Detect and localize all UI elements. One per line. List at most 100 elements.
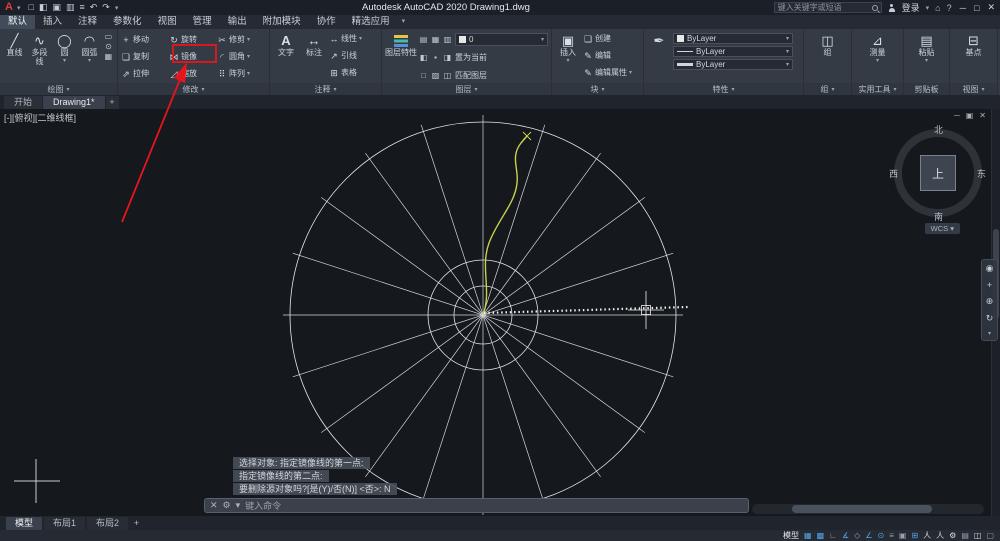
stretch-button[interactable]: ⇗ 拉伸 bbox=[121, 65, 169, 82]
file-tab-start[interactable]: 开始 bbox=[4, 96, 43, 109]
polar-tracking-icon[interactable]: ∡ bbox=[842, 531, 849, 540]
viewport-close-icon[interactable]: ✕ bbox=[979, 111, 986, 120]
panel-view-dropdown-icon[interactable]: ▾ bbox=[981, 86, 984, 93]
copy-button[interactable]: ❏ 复制 bbox=[121, 48, 169, 65]
viewcube-east-label[interactable]: 东 bbox=[977, 167, 986, 180]
rectangle-icon[interactable]: ▭ bbox=[103, 33, 114, 41]
navigation-wheel-icon[interactable]: ◉ bbox=[986, 263, 994, 274]
ortho-icon[interactable]: ∟ bbox=[829, 531, 837, 540]
trim-button[interactable]: ✂ 修剪 ▾ bbox=[217, 31, 265, 48]
layout-tab-layout2[interactable]: 布局2 bbox=[87, 516, 129, 530]
ribbon-tab-addins[interactable]: 附加模块 bbox=[255, 15, 309, 29]
panel-caption-utilities[interactable]: 实用工具 ▾ bbox=[852, 83, 903, 95]
workspace-icon[interactable]: ⚙ bbox=[949, 531, 956, 540]
set-current-layer-button[interactable]: 置为当前 bbox=[455, 50, 487, 66]
ribbon-tab-manage[interactable]: 管理 bbox=[185, 15, 220, 29]
viewport-restore-icon[interactable]: ▣ bbox=[966, 111, 974, 120]
panel-groups-dropdown-icon[interactable]: ▾ bbox=[831, 86, 834, 93]
measure-button[interactable]: ⊿ 测量 ▾ bbox=[870, 31, 886, 66]
layout-tab-layout1[interactable]: 布局1 bbox=[44, 516, 86, 530]
edit-attributes-button[interactable]: ✎ 编辑属性 ▾ bbox=[583, 65, 640, 81]
clean-screen-icon[interactable]: ▢ bbox=[986, 531, 994, 540]
object-color-dropdown-icon[interactable]: ▾ bbox=[786, 35, 789, 42]
group-button[interactable]: ◫ 组 bbox=[821, 31, 833, 57]
arc-dropdown-icon[interactable]: ▾ bbox=[88, 57, 91, 66]
panel-caption-groups[interactable]: 组 ▾ bbox=[804, 83, 851, 95]
search-input[interactable] bbox=[777, 3, 869, 12]
panel-annotation-dropdown-icon[interactable]: ▾ bbox=[333, 86, 336, 93]
linetype-combo[interactable]: ByLayer ▾ bbox=[673, 46, 793, 57]
layer-unisolate-icon[interactable]: ◨ bbox=[443, 53, 452, 62]
hatch-icon[interactable]: ▦ bbox=[103, 53, 114, 61]
layout-tab-model[interactable]: 模型 bbox=[6, 516, 43, 530]
search-icon[interactable] bbox=[871, 4, 878, 11]
app-menu-dropdown-icon[interactable]: ▾ bbox=[17, 4, 21, 12]
edit-attributes-dropdown-icon[interactable]: ▾ bbox=[629, 65, 632, 81]
panel-draw-dropdown-icon[interactable]: ▾ bbox=[66, 86, 69, 93]
ribbon-tab-insert[interactable]: 插入 bbox=[35, 15, 70, 29]
spline-entity[interactable] bbox=[482, 131, 532, 316]
annotation-visibility-icon[interactable]: 人 bbox=[923, 531, 931, 540]
panel-caption-clipboard[interactable]: 剪贴板 bbox=[904, 83, 949, 95]
model-space-indicator[interactable]: 模型 bbox=[783, 530, 799, 541]
linear-dropdown-icon[interactable]: ▾ bbox=[359, 31, 362, 47]
panel-caption-view[interactable]: 视图 ▾ bbox=[950, 83, 997, 95]
wcs-dropdown[interactable]: WCS ▾ bbox=[924, 223, 960, 234]
layer-freeze-icon[interactable]: ▦ bbox=[431, 35, 440, 44]
measure-dropdown-icon[interactable]: ▾ bbox=[876, 57, 879, 66]
restore-button[interactable]: □ bbox=[974, 3, 979, 13]
base-view-button[interactable]: ⊟ 基点 bbox=[966, 31, 982, 57]
transparency-icon[interactable]: ▣ bbox=[899, 531, 907, 540]
ribbon-tab-collaborate[interactable]: 协作 bbox=[309, 15, 344, 29]
circle-button[interactable]: ◯ 圆 ▾ bbox=[53, 31, 76, 66]
ribbon-tab-parametric[interactable]: 参数化 bbox=[105, 15, 150, 29]
match-properties-button[interactable]: ✒ bbox=[647, 31, 671, 48]
save-as-icon[interactable]: ▥ bbox=[66, 3, 75, 12]
ribbon-tab-view[interactable]: 视图 bbox=[150, 15, 185, 29]
ribbon-tab-featured-apps[interactable]: 精选应用 bbox=[344, 15, 398, 29]
plot-icon[interactable]: ≡ bbox=[79, 3, 84, 12]
panel-caption-properties[interactable]: 特性 ▾ bbox=[644, 83, 803, 95]
new-layout-button[interactable]: + bbox=[130, 518, 143, 528]
save-icon[interactable]: ▣ bbox=[52, 3, 61, 12]
table-button[interactable]: ⊞ 表格 bbox=[329, 65, 378, 81]
layer-lock-icon[interactable]: ▥ bbox=[443, 35, 452, 44]
layer-select-combo[interactable]: 0 ▾ bbox=[455, 33, 548, 46]
zoom-icon[interactable]: ⊕ bbox=[986, 296, 994, 307]
move-button[interactable]: + 移动 bbox=[121, 31, 169, 48]
viewcube-west-label[interactable]: 西 bbox=[889, 167, 898, 180]
layer-combo-dropdown-icon[interactable]: ▾ bbox=[541, 36, 544, 43]
mirror-button[interactable]: ⋈ 镜像 bbox=[169, 48, 217, 65]
layer-state-icon[interactable]: ▤ bbox=[419, 35, 428, 44]
rotate-button[interactable]: ↻ 旋转 bbox=[169, 31, 217, 48]
trim-dropdown-icon[interactable]: ▾ bbox=[247, 32, 250, 48]
panel-caption-modify[interactable]: 修改 ▾ bbox=[118, 83, 269, 95]
orbit-icon[interactable]: ↻ bbox=[986, 313, 994, 324]
edit-block-button[interactable]: ✎ 编辑 bbox=[583, 48, 640, 64]
panel-layers-dropdown-icon[interactable]: ▾ bbox=[474, 86, 477, 93]
lineweight-combo[interactable]: ByLayer ▾ bbox=[673, 59, 793, 70]
viewport-controls-label[interactable]: [-][俯视][二维线框] bbox=[4, 111, 76, 124]
annotation-monitor-icon[interactable]: ▤ bbox=[961, 531, 969, 540]
command-input[interactable] bbox=[245, 500, 743, 511]
ribbon-tabs-dropdown-icon[interactable]: ▾ bbox=[398, 15, 410, 29]
command-customize-icon[interactable]: ⚙ bbox=[223, 500, 231, 511]
object-snap-icon[interactable]: ⊙ bbox=[878, 531, 885, 540]
horizontal-scrollbar[interactable] bbox=[752, 504, 984, 514]
new-file-icon[interactable]: □ bbox=[28, 3, 33, 12]
grid-icon[interactable]: ▦ bbox=[804, 531, 812, 540]
panel-caption-layers[interactable]: 图层 ▾ bbox=[382, 83, 551, 95]
autoscale-icon[interactable]: 人 bbox=[936, 531, 944, 540]
viewcube-top-face[interactable]: 上 bbox=[920, 155, 956, 191]
insert-dropdown-icon[interactable]: ▾ bbox=[566, 57, 569, 66]
array-dropdown-icon[interactable]: ▾ bbox=[247, 66, 250, 82]
panel-caption-annotation[interactable]: 注释 ▾ bbox=[270, 83, 381, 95]
command-recent-dropdown-icon[interactable]: ▾ bbox=[236, 500, 241, 511]
fillet-button[interactable]: ◜ 圆角 ▾ bbox=[217, 48, 265, 65]
ellipse-icon[interactable]: ⊙ bbox=[103, 43, 114, 51]
create-block-button[interactable]: ❑ 创建 bbox=[583, 31, 640, 47]
scale-button[interactable]: ◿ 缩放 bbox=[169, 65, 217, 82]
redo-icon[interactable]: ↷ bbox=[102, 3, 110, 12]
panel-caption-draw[interactable]: 绘图 ▾ bbox=[0, 83, 117, 95]
panel-properties-dropdown-icon[interactable]: ▾ bbox=[731, 86, 734, 93]
